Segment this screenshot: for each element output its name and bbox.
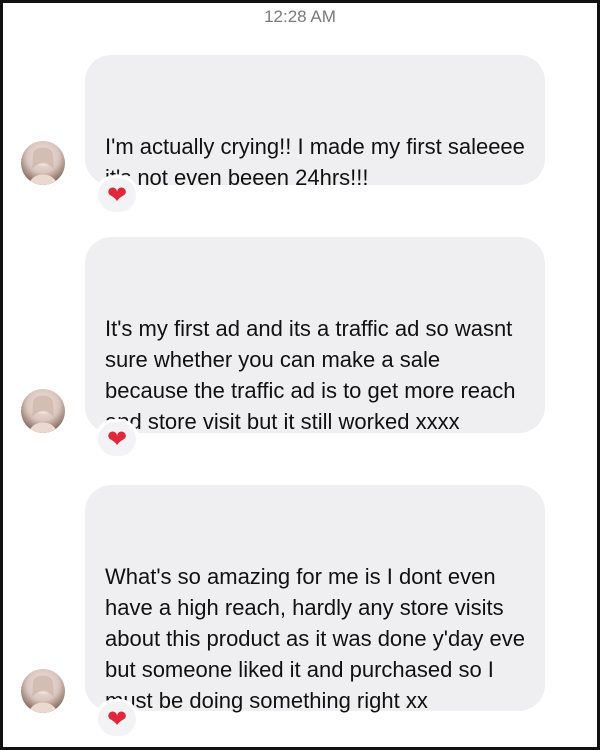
heart-icon: ❤	[106, 425, 128, 453]
avatar-photo-icon	[29, 395, 57, 433]
avatar-photo-icon	[29, 675, 57, 713]
sender-avatar[interactable]	[21, 141, 65, 185]
chat-screenshot: 12:28 AM I'm actually crying!! I made my…	[0, 0, 600, 750]
heart-icon: ❤	[106, 181, 128, 209]
avatar-photo-icon	[29, 147, 57, 185]
heart-reaction-1[interactable]: ❤	[95, 175, 139, 215]
message-bubble-2[interactable]: It's my first ad and its a traffic ad so…	[85, 237, 545, 434]
heart-icon: ❤	[106, 705, 128, 733]
heart-reaction-3[interactable]: ❤	[95, 699, 139, 739]
message-text-3: What's so amazing for me is I dont even …	[105, 564, 532, 713]
sender-avatar[interactable]	[21, 389, 65, 433]
message-bubble-3[interactable]: What's so amazing for me is I dont even …	[85, 485, 545, 713]
message-text-1: I'm actually crying!! I made my first sa…	[105, 134, 532, 190]
message-timestamp: 12:28 AM	[264, 7, 336, 26]
sender-avatar[interactable]	[21, 669, 65, 713]
message-text-2: It's my first ad and its a traffic ad so…	[105, 316, 522, 434]
heart-reaction-2[interactable]: ❤	[95, 419, 139, 459]
message-bubble-1[interactable]: I'm actually crying!! I made my first sa…	[85, 55, 545, 289]
